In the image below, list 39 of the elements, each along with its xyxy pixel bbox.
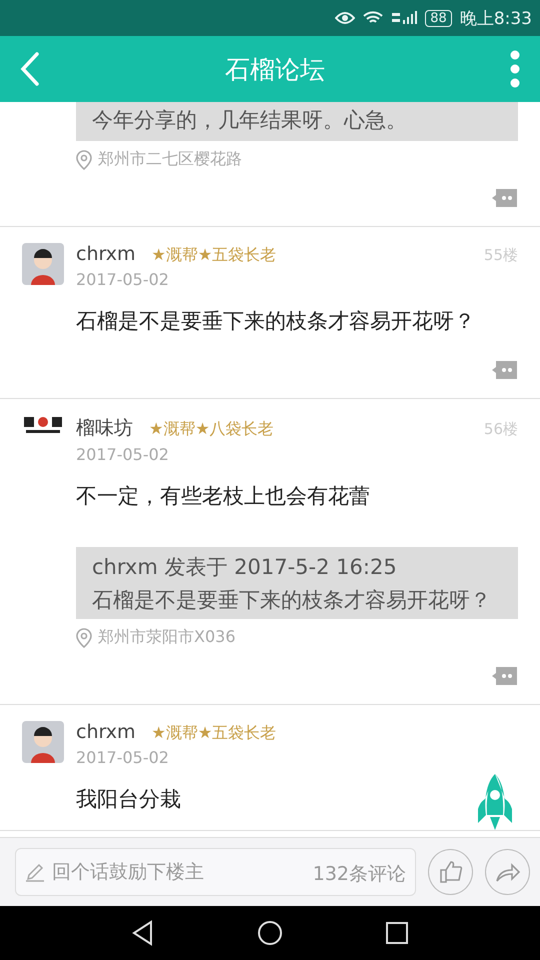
post-text: 我阳台分栽 xyxy=(76,786,181,813)
share-arrow-icon xyxy=(494,861,520,883)
logo-icon xyxy=(22,415,64,435)
author-name[interactable]: 榴味坊 xyxy=(76,415,133,441)
back-nav-icon[interactable] xyxy=(131,920,155,946)
battery-level: 88 xyxy=(425,10,452,26)
comment-icon[interactable] xyxy=(492,188,518,208)
post-date: 2017-05-02 xyxy=(76,445,170,464)
post-date: 2017-05-02 xyxy=(76,748,170,767)
clock-time: 晚上8:33 xyxy=(460,8,532,30)
location-text: 郑州市荥阳市X036 xyxy=(98,627,236,648)
rank-label: ★溉帮★五袋长老 xyxy=(152,723,276,744)
eye-icon xyxy=(335,11,356,25)
post-date: 2017-05-02 xyxy=(76,270,170,289)
location-pin-icon xyxy=(76,628,92,648)
comment-icon[interactable] xyxy=(492,360,518,380)
comment-count: 132条评论 xyxy=(312,862,406,887)
signal-icon xyxy=(391,10,418,26)
quote-header: chrxm 发表于 2017-5-2 16:25 xyxy=(92,554,398,581)
page-title: 石榴论坛 xyxy=(225,54,325,86)
comment-icon[interactable] xyxy=(492,666,518,686)
like-button[interactable] xyxy=(428,849,473,895)
rank-label: ★溉帮★八袋长老 xyxy=(149,419,274,440)
quote-text: 今年分享的，几年结果呀。心急。 xyxy=(92,107,408,134)
author-name[interactable]: chrxm xyxy=(76,721,136,743)
location-pin-icon xyxy=(76,150,92,170)
quote-text: 石榴是不是要垂下来的枝条才容易开花呀？ xyxy=(92,587,492,614)
author-name[interactable]: chrxm xyxy=(76,243,136,265)
post-text: 石榴是不是要垂下来的枝条才容易开花呀？ xyxy=(76,308,475,335)
pencil-icon xyxy=(25,862,45,882)
thumbs-up-icon xyxy=(438,860,462,884)
location-text: 郑州市二七区樱花路 xyxy=(98,149,242,170)
rank-label: ★溉帮★五袋长老 xyxy=(152,245,276,266)
home-nav-icon[interactable] xyxy=(257,920,283,946)
avatar xyxy=(22,721,64,763)
recents-nav-icon[interactable] xyxy=(385,921,409,945)
avatar xyxy=(22,243,64,285)
share-button[interactable] xyxy=(485,849,530,895)
post-text: 不一定，有些老枝上也会有花蕾 xyxy=(76,483,370,510)
